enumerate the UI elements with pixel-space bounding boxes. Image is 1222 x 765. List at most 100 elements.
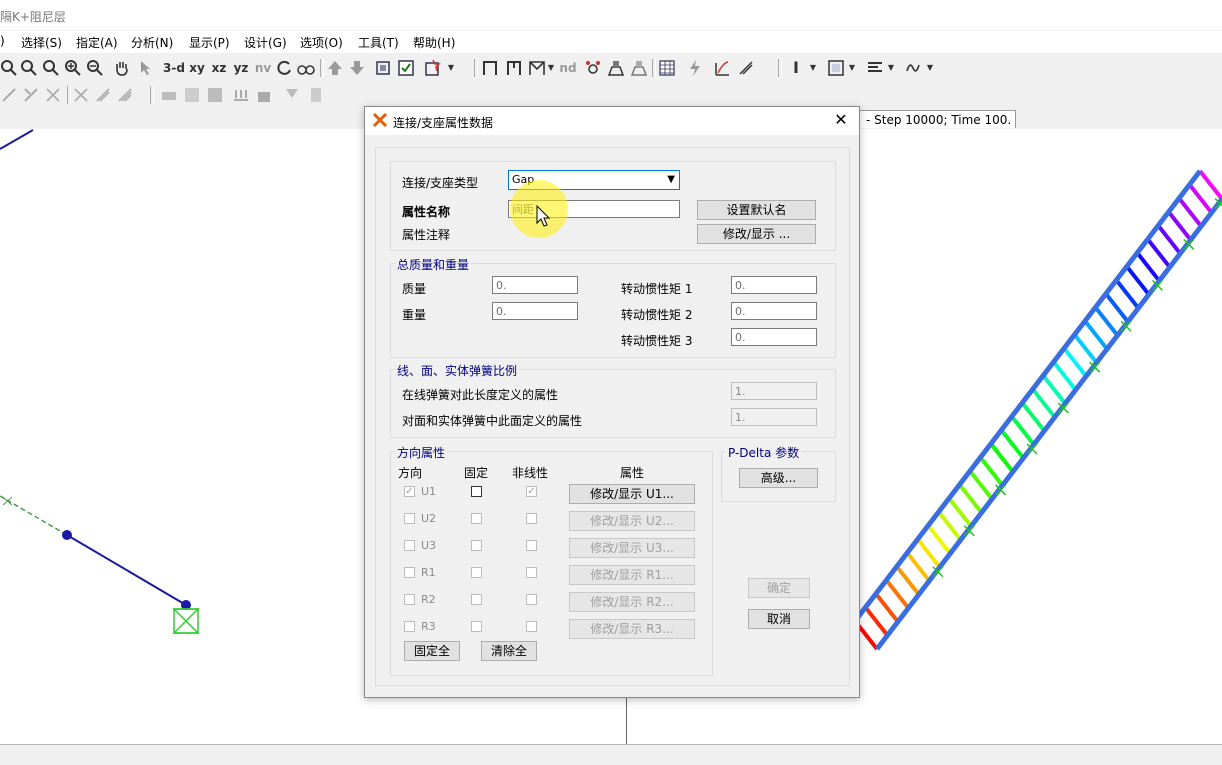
u1-direction-checkbox[interactable]: ✓ xyxy=(404,486,415,497)
rotational-inertia-1-input[interactable]: 0. xyxy=(731,276,817,294)
node-button[interactable]: nd xyxy=(559,58,577,78)
u2-direction-checkbox[interactable] xyxy=(404,513,415,524)
modify-show-u3-button[interactable]: 修改/显示 U3... xyxy=(569,538,695,558)
run-analysis-icon[interactable] xyxy=(686,59,704,77)
u3-direction-checkbox[interactable] xyxy=(404,540,415,551)
draw-frame-icon[interactable] xyxy=(481,59,499,77)
clear-all-button[interactable]: 清除全 xyxy=(481,641,537,661)
zoom-out-icon[interactable] xyxy=(86,59,104,77)
assign-restraint-icon[interactable] xyxy=(283,86,301,104)
select-options-icon[interactable] xyxy=(424,59,442,77)
dropdown-arrow-icon[interactable]: ▼ xyxy=(847,58,857,78)
viewport-tab-right[interactable]: - Step 10000; Time 100. xyxy=(858,110,1016,128)
u2-nonlinear-checkbox[interactable] xyxy=(526,513,537,524)
move-up-icon[interactable] xyxy=(326,59,344,77)
select-tool-icon[interactable] xyxy=(0,86,18,104)
pan-hand-icon[interactable] xyxy=(113,59,131,77)
menu-item-tools[interactable]: 工具(T) xyxy=(358,34,399,51)
advanced-button[interactable]: 高级... xyxy=(739,468,818,488)
menu-item-analyze[interactable]: 分析(N) xyxy=(131,34,173,51)
area-spring-input[interactable]: 1. xyxy=(731,408,817,426)
menu-item-display[interactable]: 显示(P) xyxy=(189,34,230,51)
weight-input[interactable]: 0. xyxy=(492,302,578,320)
intersect-tool-icon[interactable] xyxy=(44,86,62,104)
modify-show-note-button[interactable]: 修改/显示 ... xyxy=(697,224,816,244)
r3-nonlinear-checkbox[interactable] xyxy=(526,621,537,632)
dropdown-arrow-icon[interactable]: ▼ xyxy=(886,58,896,78)
assign-joint-icon[interactable] xyxy=(160,86,178,104)
view-xz-button[interactable]: xz xyxy=(209,58,229,78)
zoom-fit-icon[interactable] xyxy=(42,59,60,77)
rotate-icon[interactable] xyxy=(276,59,294,77)
modify-show-r1-button[interactable]: 修改/显示 R1... xyxy=(569,565,695,585)
zoom-window-icon[interactable] xyxy=(0,59,18,77)
draw-portal-icon[interactable] xyxy=(505,59,523,77)
menu-item-help[interactable]: 帮助(H) xyxy=(413,34,455,51)
set-display-icon[interactable] xyxy=(397,59,415,77)
modify-show-u2-button[interactable]: 修改/显示 U2... xyxy=(569,511,695,531)
assign-frame-icon[interactable] xyxy=(183,86,201,104)
rotational-inertia-2-input[interactable]: 0. xyxy=(731,302,817,320)
table-icon[interactable] xyxy=(658,59,676,77)
u2-fixed-checkbox[interactable] xyxy=(471,513,482,524)
dropdown-arrow-icon[interactable]: ▼ xyxy=(808,58,818,78)
r3-direction-checkbox[interactable] xyxy=(404,621,415,632)
view-nv-button[interactable]: nv xyxy=(253,58,273,78)
cancel-button[interactable]: 取消 xyxy=(748,609,810,629)
show-forces-icon[interactable] xyxy=(737,59,755,77)
previous-select-icon[interactable] xyxy=(116,86,134,104)
view-3d-button[interactable]: 3-d xyxy=(163,58,185,78)
r2-direction-checkbox[interactable] xyxy=(404,594,415,605)
reshape-tool-icon[interactable] xyxy=(22,86,40,104)
zoom-in-icon[interactable] xyxy=(64,59,82,77)
dropdown-arrow-icon[interactable]: ▼ xyxy=(546,58,556,78)
mass-input[interactable]: 0. xyxy=(492,276,578,294)
r1-fixed-checkbox[interactable] xyxy=(471,567,482,578)
display-options-icon[interactable] xyxy=(866,59,884,77)
ok-button[interactable]: 确定 xyxy=(748,578,810,598)
draw-brace-icon[interactable] xyxy=(528,59,546,77)
deformed-shape-icon[interactable] xyxy=(713,59,731,77)
menu-item-edit-partial[interactable]: ) xyxy=(0,34,5,48)
draw-link-icon[interactable] xyxy=(584,59,602,77)
text-cursor-icon[interactable]: I xyxy=(789,58,803,78)
close-icon[interactable]: ✕ xyxy=(831,110,851,130)
rotational-inertia-3-input[interactable]: 0. xyxy=(731,328,817,346)
set-default-name-button[interactable]: 设置默认名 xyxy=(697,200,816,220)
u1-fixed-checkbox[interactable] xyxy=(471,486,482,497)
u1-nonlinear-checkbox[interactable]: ✓ xyxy=(526,486,537,497)
object-shrink-icon[interactable] xyxy=(374,59,392,77)
r1-direction-checkbox[interactable] xyxy=(404,567,415,578)
deselect-icon[interactable] xyxy=(94,86,112,104)
perspective-icon[interactable] xyxy=(297,59,315,77)
view-yz-button[interactable]: yz xyxy=(231,58,251,78)
r1-nonlinear-checkbox[interactable] xyxy=(526,567,537,578)
select-all-icon[interactable] xyxy=(72,86,90,104)
modify-show-u1-button[interactable]: 修改/显示 U1... xyxy=(569,484,695,504)
function-icon[interactable] xyxy=(904,59,922,77)
menu-item-design[interactable]: 设计(G) xyxy=(244,34,287,51)
menu-item-assign[interactable]: 指定(A) xyxy=(76,34,118,51)
assign-load-icon[interactable] xyxy=(232,86,250,104)
display-frame-icon[interactable] xyxy=(827,59,845,77)
draw-solid-icon[interactable] xyxy=(630,59,648,77)
menu-item-options[interactable]: 选项(O) xyxy=(300,34,343,51)
assign-link-icon[interactable] xyxy=(255,86,273,104)
dropdown-arrow-icon[interactable]: ▼ xyxy=(925,58,935,78)
zoom-restore-icon[interactable] xyxy=(20,59,38,77)
modify-show-r2-button[interactable]: 修改/显示 R2... xyxy=(569,592,695,612)
u3-nonlinear-checkbox[interactable] xyxy=(526,540,537,551)
draw-area-icon[interactable] xyxy=(607,59,625,77)
pointer-icon[interactable] xyxy=(137,59,155,77)
fix-all-button[interactable]: 固定全 xyxy=(404,641,460,661)
assign-area-icon[interactable] xyxy=(206,86,224,104)
u3-fixed-checkbox[interactable] xyxy=(471,540,482,551)
r2-fixed-checkbox[interactable] xyxy=(471,594,482,605)
menu-item-select[interactable]: 选择(S) xyxy=(21,34,62,51)
r2-nonlinear-checkbox[interactable] xyxy=(526,594,537,605)
move-down-icon[interactable] xyxy=(348,59,366,77)
r3-fixed-checkbox[interactable] xyxy=(471,621,482,632)
assign-group-icon[interactable] xyxy=(307,86,325,104)
view-xy-button[interactable]: xy xyxy=(187,58,207,78)
dropdown-arrow-icon[interactable]: ▼ xyxy=(446,58,456,78)
